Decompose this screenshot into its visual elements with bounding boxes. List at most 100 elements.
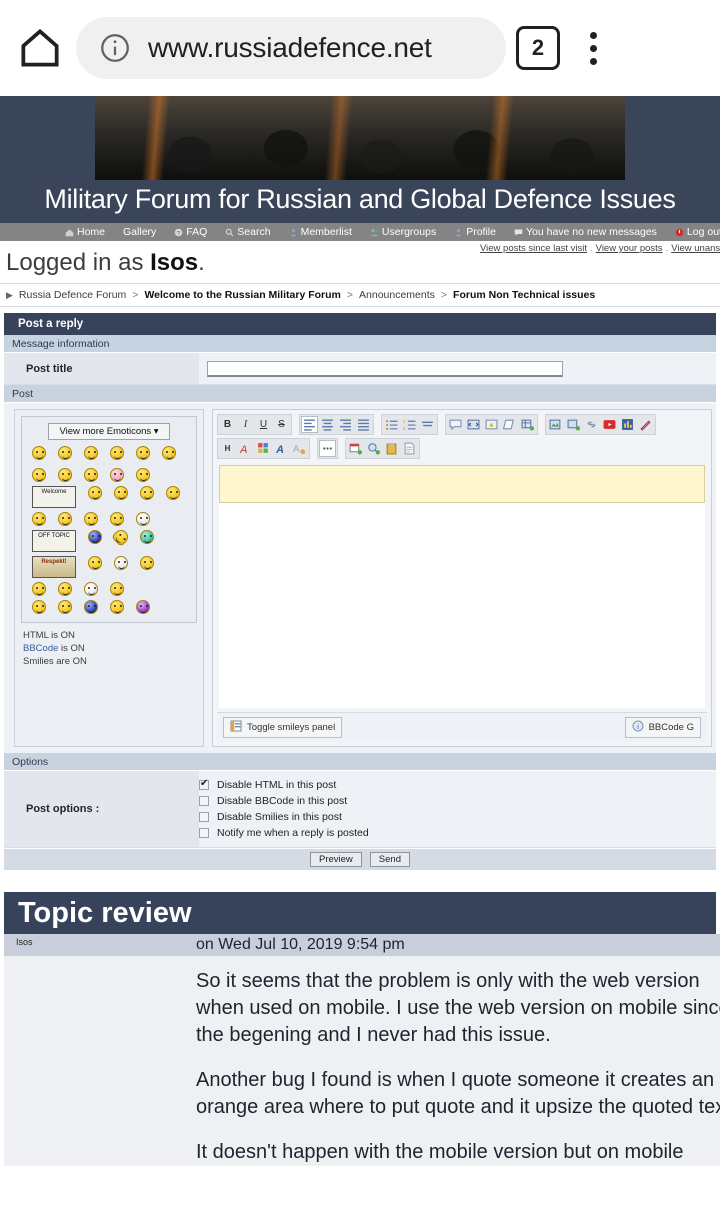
smiley[interactable] — [114, 486, 128, 500]
send-button[interactable]: Send — [369, 852, 410, 867]
smiley[interactable] — [162, 446, 176, 460]
option-notify-reply[interactable]: Notify me when a reply is posted — [199, 825, 716, 841]
insert-image-button[interactable] — [547, 416, 564, 433]
nav-item-memberlist[interactable]: Memberlist — [280, 226, 361, 238]
breadcrumb-item-3[interactable]: Forum Non Technical issues — [453, 289, 595, 301]
nav-item-profile[interactable]: Profile — [445, 226, 505, 238]
smiley[interactable] — [32, 512, 46, 526]
smiley[interactable] — [58, 582, 72, 596]
font-face-button[interactable]: A — [237, 440, 254, 457]
align-center-button[interactable] — [319, 416, 336, 433]
view-more-emoticons-button[interactable]: View more Emoticons ▾ — [48, 423, 170, 440]
smiley[interactable] — [32, 582, 46, 596]
respekt-sign-smiley[interactable]: Respekt! — [32, 556, 76, 578]
nav-item-faq[interactable]: ? FAQ — [165, 226, 216, 238]
heading-button[interactable]: H — [219, 440, 236, 457]
font-color-button[interactable] — [255, 440, 272, 457]
info-icon[interactable] — [98, 31, 132, 65]
option-disable-bbcode[interactable]: Disable BBCode in this post — [199, 793, 716, 809]
flag-smiley[interactable] — [32, 600, 46, 614]
breadcrumb-item-1[interactable]: Welcome to the Russian Military Forum — [144, 289, 340, 301]
ellipsis-icon[interactable] — [319, 440, 336, 457]
youtube-button[interactable] — [601, 416, 618, 433]
smiley[interactable] — [58, 446, 72, 460]
poll-button[interactable] — [619, 416, 636, 433]
smiley[interactable] — [88, 486, 102, 500]
smiley[interactable] — [84, 600, 98, 614]
strikethrough-button[interactable]: S — [273, 416, 290, 433]
post-author-name[interactable]: Isos — [4, 934, 180, 956]
quote-button[interactable] — [447, 416, 464, 433]
smiley[interactable] — [140, 486, 154, 500]
nav-item-messages[interactable]: You have no new messages — [505, 226, 666, 238]
address-bar[interactable]: www.russiadefence.net — [76, 17, 506, 79]
tab-count-button[interactable]: 2 — [516, 26, 560, 70]
bold-button[interactable]: B — [219, 416, 236, 433]
nav-item-logout[interactable]: Log out [ Iso — [666, 226, 720, 238]
font-size-button[interactable]: A — [273, 440, 290, 457]
nav-item-gallery[interactable]: Gallery — [114, 226, 165, 238]
paste-button[interactable] — [383, 440, 400, 457]
smiley[interactable] — [136, 600, 150, 614]
smiley[interactable] — [136, 512, 150, 526]
checkbox-notify-reply[interactable] — [199, 828, 209, 838]
smiley[interactable] — [136, 446, 150, 460]
toggle-smileys-panel-button[interactable]: Toggle smileys panel — [223, 717, 343, 738]
preview-button[interactable]: Preview — [310, 852, 362, 867]
heart-smiley[interactable] — [111, 527, 131, 547]
align-left-button[interactable] — [301, 416, 318, 433]
align-right-button[interactable] — [337, 416, 354, 433]
smiley[interactable] — [58, 600, 72, 614]
message-textarea[interactable] — [219, 503, 705, 708]
page-button[interactable] — [401, 440, 418, 457]
nav-item-usergroups[interactable]: Usergroups — [361, 226, 445, 238]
quote-highlight-area[interactable] — [219, 465, 705, 503]
remove-format-button[interactable]: A — [291, 440, 308, 457]
smiley[interactable] — [84, 446, 98, 460]
search-plus-button[interactable] — [365, 440, 382, 457]
insert-link-button[interactable] — [583, 416, 600, 433]
welcome-sign-smiley[interactable]: Welcome — [32, 486, 76, 508]
smiley[interactable] — [110, 468, 124, 482]
smiley[interactable] — [110, 582, 124, 596]
checkbox-disable-smilies[interactable] — [199, 812, 209, 822]
numbered-list-button[interactable]: 12 — [401, 416, 418, 433]
hide-button[interactable] — [501, 416, 518, 433]
align-justify-button[interactable] — [355, 416, 372, 433]
breadcrumb-item-2[interactable]: Announcements — [359, 289, 435, 301]
post-title-input[interactable] — [207, 360, 563, 377]
smiley[interactable] — [110, 512, 124, 526]
italic-button[interactable]: I — [237, 416, 254, 433]
nav-item-search[interactable]: Search — [216, 226, 279, 238]
horizontal-rule-button[interactable] — [419, 416, 436, 433]
link-view-your-posts[interactable]: View your posts — [596, 243, 663, 254]
home-icon[interactable] — [14, 22, 66, 74]
nav-item-home[interactable]: Home — [56, 226, 114, 238]
breadcrumb-item-0[interactable]: Russia Defence Forum — [19, 289, 126, 301]
table-button[interactable] — [519, 416, 536, 433]
option-disable-smilies[interactable]: Disable Smilies in this post — [199, 809, 716, 825]
spoiler-button[interactable] — [483, 416, 500, 433]
code-button[interactable] — [465, 416, 482, 433]
smiley[interactable] — [84, 512, 98, 526]
smiley[interactable] — [140, 530, 154, 544]
checkbox-disable-bbcode[interactable] — [199, 796, 209, 806]
smiley[interactable] — [58, 468, 72, 482]
smiley[interactable] — [110, 446, 124, 460]
smiley[interactable] — [140, 556, 154, 570]
signature-button[interactable] — [637, 416, 654, 433]
smiley[interactable] — [84, 468, 98, 482]
smiley[interactable] — [88, 530, 102, 544]
bullet-list-button[interactable] — [383, 416, 400, 433]
option-disable-html[interactable]: Disable HTML in this post — [199, 777, 716, 793]
smiley[interactable] — [88, 556, 102, 570]
link-view-posts-since-last-visit[interactable]: View posts since last visit — [480, 243, 587, 254]
smiley[interactable] — [136, 468, 150, 482]
link-view-unanswered[interactable]: View unanswered — [671, 243, 720, 254]
smiley[interactable] — [32, 468, 46, 482]
smiley[interactable] — [110, 600, 124, 614]
bbcode-link[interactable]: BBCode — [23, 643, 58, 654]
smiley[interactable] — [58, 512, 72, 526]
smiley[interactable] — [166, 486, 180, 500]
calendar-button[interactable] — [347, 440, 364, 457]
